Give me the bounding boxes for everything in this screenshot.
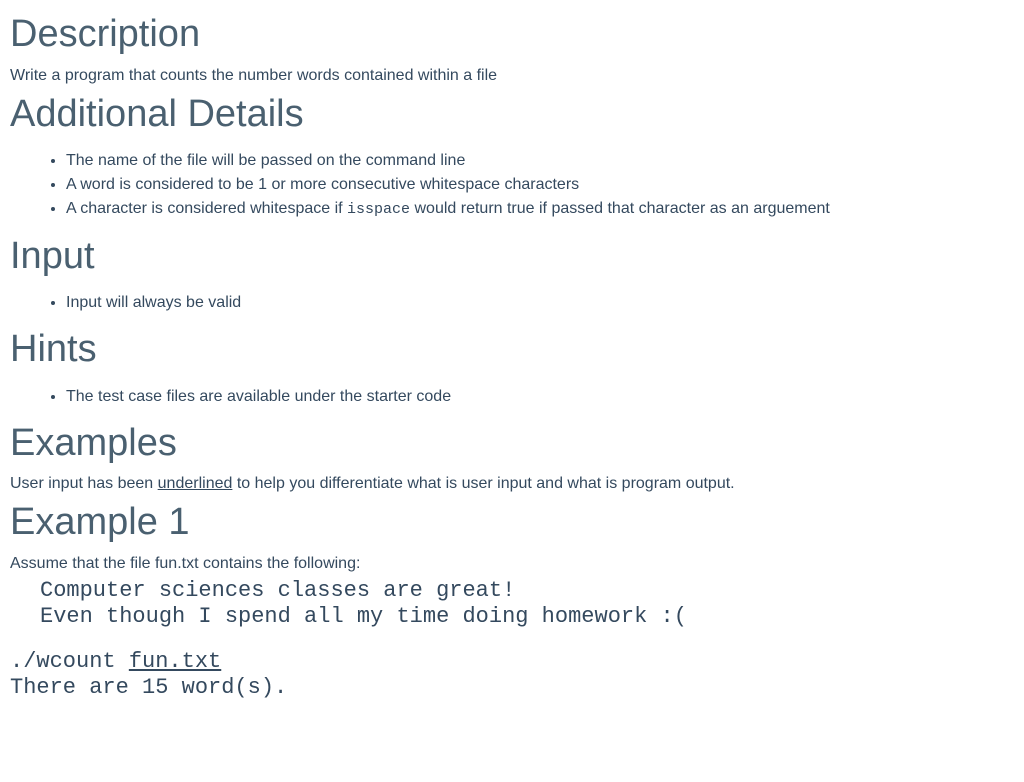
text-fragment: would return true if passed that charact…: [410, 200, 830, 217]
heading-examples: Examples: [10, 421, 1014, 467]
hints-list: The test case files are available under …: [66, 385, 1014, 409]
list-item: A word is considered to be 1 or more con…: [66, 173, 1014, 197]
list-item: The name of the file will be passed on t…: [66, 149, 1014, 173]
heading-example1: Example 1: [10, 500, 1014, 546]
heading-hints: Hints: [10, 327, 1014, 373]
heading-description: Description: [10, 12, 1014, 58]
list-item: The test case files are available under …: [66, 385, 1014, 409]
examples-intro: User input has been underlined to help y…: [10, 472, 1014, 496]
additional-details-list: The name of the file will be passed on t…: [66, 149, 1014, 222]
text-fragment: to help you differentiate what is user i…: [232, 475, 734, 492]
example1-file-contents: Computer sciences classes are great! Eve…: [10, 578, 1014, 631]
command-prefix: ./wcount: [10, 649, 129, 674]
underlined-text: underlined: [158, 475, 233, 492]
example1-command: ./wcount fun.txt: [10, 649, 1014, 675]
code-inline: isspace: [347, 201, 410, 218]
example1-assume: Assume that the file fun.txt contains th…: [10, 552, 1014, 576]
list-item: A character is considered whitespace if …: [66, 197, 1014, 222]
heading-input: Input: [10, 234, 1014, 280]
user-input: fun.txt: [129, 649, 221, 674]
text-fragment: A character is considered whitespace if: [66, 200, 347, 217]
list-item: Input will always be valid: [66, 291, 1014, 315]
description-text: Write a program that counts the number w…: [10, 64, 1014, 88]
text-fragment: User input has been: [10, 475, 158, 492]
input-list: Input will always be valid: [66, 291, 1014, 315]
example1-output: There are 15 word(s).: [10, 675, 1014, 701]
heading-additional-details: Additional Details: [10, 92, 1014, 138]
